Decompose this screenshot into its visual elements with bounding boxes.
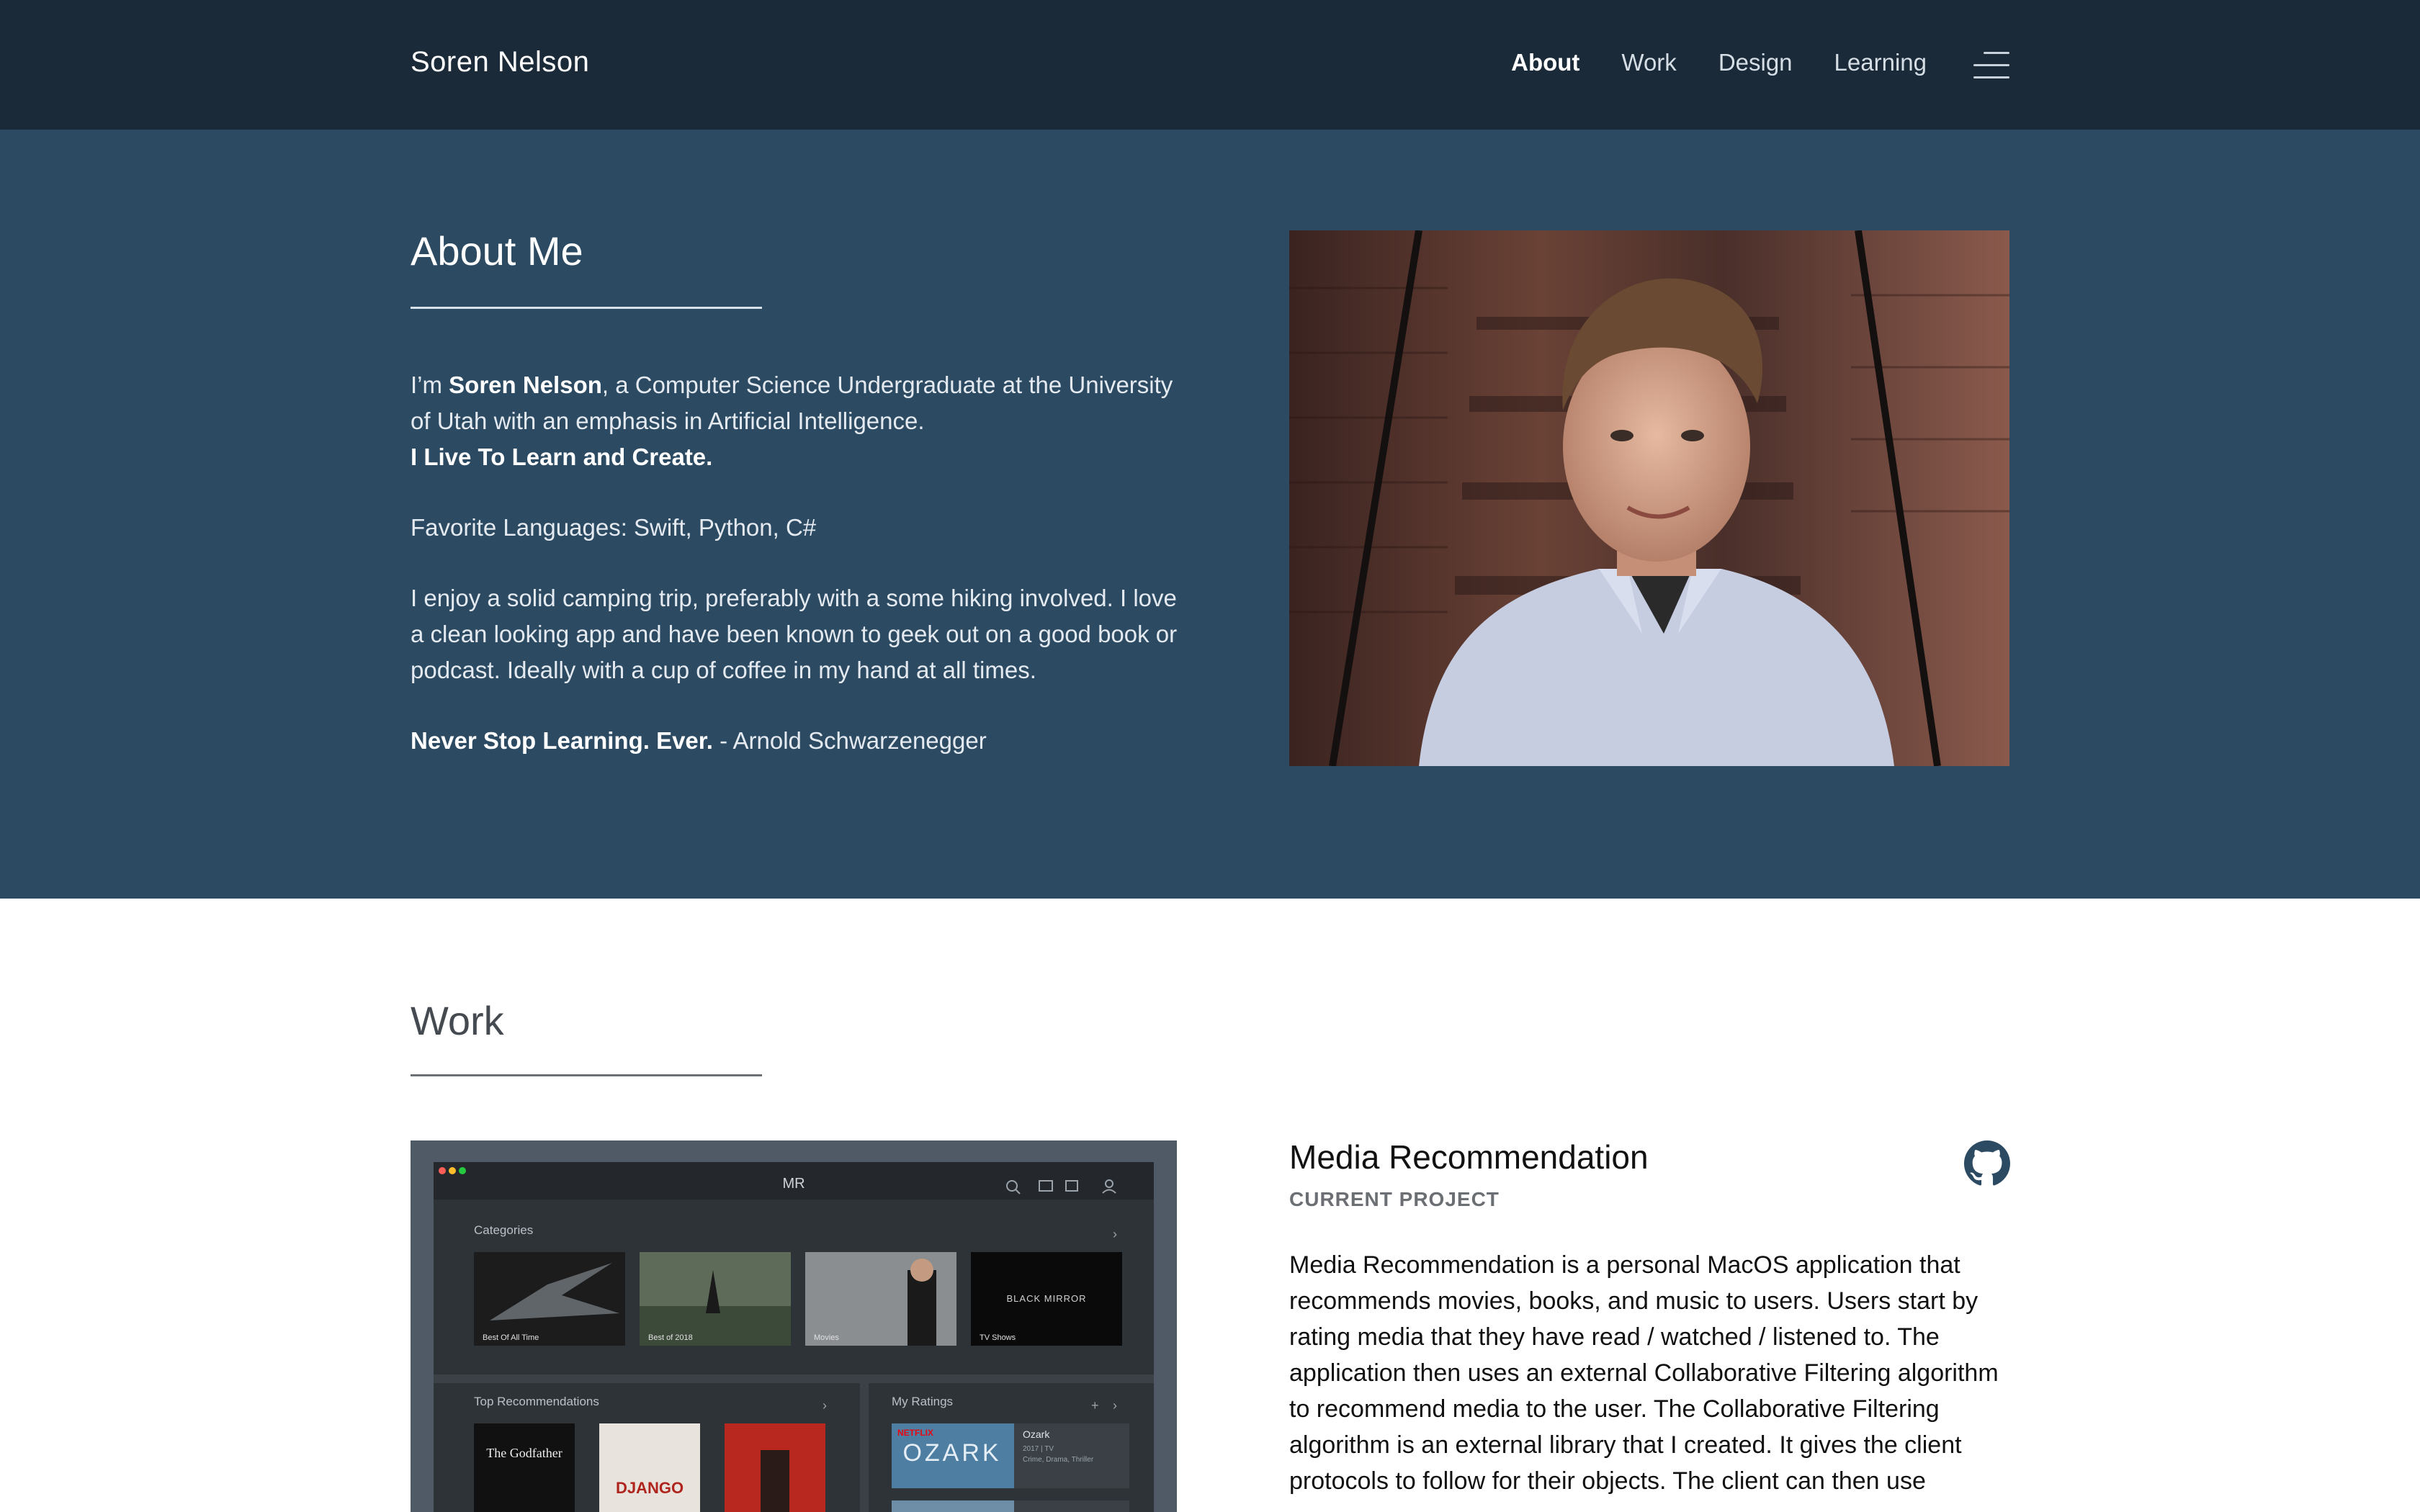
svg-text:Crime, Drama, Thriller: Crime, Drama, Thriller [1023, 1456, 1094, 1464]
about-quote: Never Stop Learning. Ever. - Arnold Schw… [411, 723, 1196, 759]
svg-text:The Godfather: The Godfather [486, 1446, 562, 1460]
svg-text:+: + [1091, 1398, 1099, 1413]
project-description: Media Recommendation is a personal MacOS… [1289, 1251, 1999, 1495]
svg-text:Ozark: Ozark [1023, 1428, 1050, 1440]
svg-text:›: › [1113, 1227, 1117, 1241]
github-icon[interactable] [1964, 1140, 2010, 1187]
hamburger-menu-icon[interactable] [1973, 50, 2009, 81]
nav-link-about[interactable]: About [1511, 49, 1579, 76]
nav-link-work[interactable]: Work [1621, 49, 1676, 76]
svg-text:BLACK MIRROR: BLACK MIRROR [1007, 1293, 1087, 1304]
svg-text:My Ratings: My Ratings [892, 1395, 953, 1408]
about-tagline: I Live To Learn and Create. [411, 444, 713, 470]
svg-text:Best of 2018: Best of 2018 [648, 1333, 693, 1342]
project-screenshot[interactable]: MR Categories › Best Of All Time Best of… [411, 1140, 1177, 1512]
svg-text:2017 | TV: 2017 | TV [1023, 1445, 1054, 1453]
about-intro: I’m Soren Nelson, a Computer Science Und… [411, 372, 1173, 470]
work-title-underline [411, 1074, 762, 1076]
about-title-underline [411, 307, 762, 309]
about-text: I’m Soren Nelson, a Computer Science Und… [411, 367, 1196, 793]
svg-text:OZARK: OZARK [902, 1439, 1001, 1467]
nav-link-design[interactable]: Design [1718, 49, 1793, 76]
about-languages: Favorite Languages: Swift, Python, C# [411, 514, 817, 541]
svg-text:DJANGO: DJANGO [616, 1479, 684, 1497]
top-navigation-bar: Soren Nelson About Work Design Learning [0, 0, 2420, 130]
svg-text:›: › [823, 1398, 827, 1413]
project-status: CURRENT PROJECT [1289, 1188, 1500, 1210]
svg-text:MR: MR [782, 1176, 805, 1192]
about-hobbies: I enjoy a solid camping trip, preferably… [411, 585, 1178, 683]
work-title: Work [411, 998, 504, 1043]
svg-text:NETFLIX: NETFLIX [897, 1428, 933, 1438]
profile-photo [1289, 230, 2009, 766]
main-nav: About Work Design Learning [1511, 49, 1927, 76]
svg-text:Best Of All Time: Best Of All Time [483, 1333, 539, 1342]
about-intro-name: Soren Nelson [449, 372, 602, 398]
quote-author: - Arnold Schwarzenegger [712, 727, 987, 754]
quote-bold: Never Stop Learning. Ever. [411, 727, 713, 754]
nav-link-learning[interactable]: Learning [1834, 49, 1927, 76]
about-section: About Me I’m Soren Nelson, a Computer Sc… [0, 130, 2420, 899]
svg-text:TV Shows: TV Shows [980, 1333, 1016, 1342]
svg-text:›: › [1113, 1398, 1117, 1413]
site-brand[interactable]: Soren Nelson [411, 46, 589, 78]
svg-text:Top Recommendations: Top Recommendations [474, 1395, 599, 1408]
project-title: Media Recommendation [1289, 1138, 1649, 1176]
svg-text:Categories: Categories [474, 1223, 533, 1237]
about-title: About Me [411, 228, 583, 274]
svg-text:Movies: Movies [814, 1333, 839, 1342]
